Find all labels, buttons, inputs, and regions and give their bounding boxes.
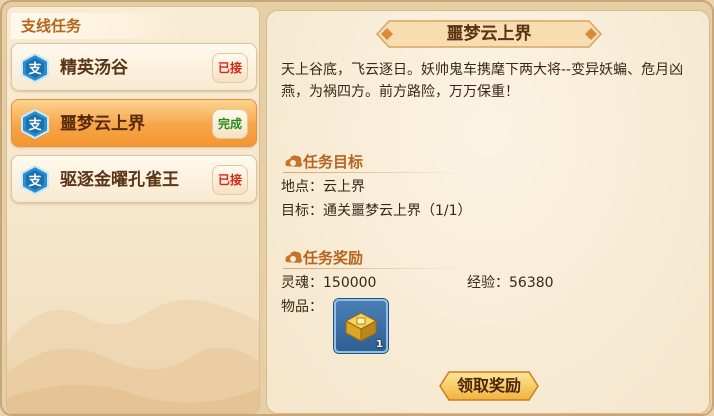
quest-item-nightmare-cloud-realm[interactable]: 支 噩梦云上界 完成 bbox=[11, 99, 257, 147]
quest-name: 精英汤谷 bbox=[60, 58, 128, 78]
quest-status-badge: 已接 bbox=[212, 53, 248, 83]
side-quest-icon: 支 bbox=[21, 53, 49, 83]
mountain-background bbox=[7, 300, 259, 413]
quest-detail-panel: 噩梦云上界 天上谷底，飞云逐日。妖帅鬼车携麾下两大将--变异妖蝙、危月凶燕，为祸… bbox=[266, 10, 710, 414]
quest-status-badge: 已接 bbox=[212, 165, 248, 195]
cloud-icon bbox=[285, 155, 303, 167]
svg-text:支: 支 bbox=[27, 117, 42, 133]
quest-description: 天上谷底，飞云逐日。妖帅鬼车携麾下两大将--变异妖蝙、危月凶燕，为祸四方。前方路… bbox=[281, 62, 684, 100]
item-count: 1 bbox=[376, 339, 383, 350]
objective-location: 地点：云上界 bbox=[281, 179, 365, 195]
side-quest-icon: 支 bbox=[21, 109, 49, 139]
divider bbox=[283, 172, 463, 173]
divider bbox=[283, 268, 463, 269]
reward-item-slot[interactable]: 1 bbox=[334, 299, 388, 353]
side-quest-title: 支线任务 bbox=[11, 13, 181, 39]
objective-section-header: 任务目标 bbox=[283, 151, 463, 173]
claim-reward-button[interactable]: 领取奖励 bbox=[439, 371, 539, 401]
reward-items-label: 物品： bbox=[281, 299, 323, 315]
reward-experience: 经验：56380 bbox=[467, 275, 554, 291]
rewards-heading: 任务奖励 bbox=[303, 249, 364, 267]
svg-text:支: 支 bbox=[27, 173, 42, 189]
side-quest-list-panel: 支线任务 支 精英汤谷 已接 支 噩梦云上界 完成 支 驱逐金曜孔雀王 已接 bbox=[6, 6, 260, 414]
quest-window: 支线任务 支 精英汤谷 已接 支 噩梦云上界 完成 支 驱逐金曜孔雀王 已接 噩… bbox=[0, 0, 714, 416]
cloud-icon bbox=[285, 251, 303, 263]
objective-heading: 任务目标 bbox=[303, 153, 364, 171]
detail-title-banner: 噩梦云上界 bbox=[375, 19, 603, 49]
rewards-section-header: 任务奖励 bbox=[283, 247, 463, 269]
detail-title: 噩梦云上界 bbox=[446, 24, 532, 44]
claim-reward-label: 领取奖励 bbox=[456, 376, 521, 395]
reward-soul: 灵魂：150000 bbox=[281, 275, 377, 291]
quest-item-elite-tanggu[interactable]: 支 精英汤谷 已接 bbox=[11, 43, 257, 91]
quest-name: 驱逐金曜孔雀王 bbox=[60, 170, 179, 190]
side-quest-icon: 支 bbox=[21, 165, 49, 195]
objective-target: 目标：通关噩梦云上界（1/1） bbox=[281, 203, 472, 219]
svg-text:支: 支 bbox=[27, 61, 42, 77]
quest-name: 噩梦云上界 bbox=[60, 114, 145, 134]
quest-item-expel-peacock-king[interactable]: 支 驱逐金曜孔雀王 已接 bbox=[11, 155, 257, 203]
quest-status-badge: 完成 bbox=[212, 109, 248, 139]
